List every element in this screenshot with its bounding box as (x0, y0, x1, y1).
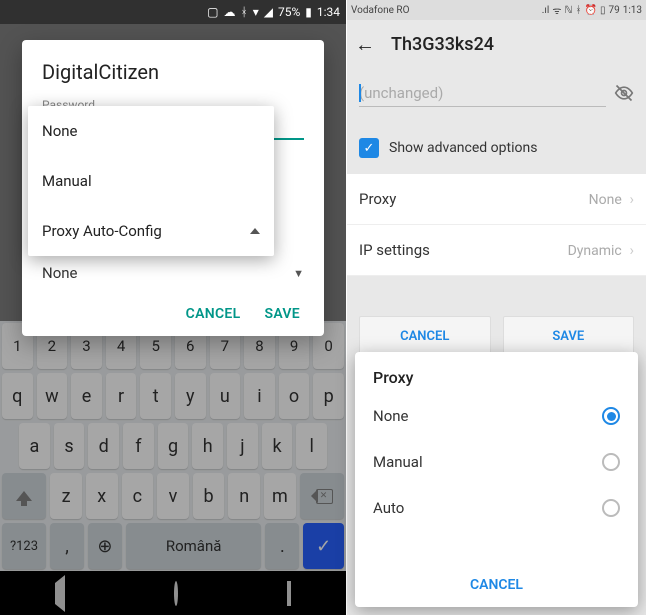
proxy-value: None (589, 192, 622, 208)
signal-icon: .ıl (542, 5, 550, 16)
battery-pct: 75% (278, 5, 300, 19)
sheet-title: Proxy (355, 352, 638, 393)
radio-selected-icon (602, 407, 620, 425)
back-button[interactable]: ← (355, 32, 375, 57)
proxy-label: Proxy (359, 190, 396, 208)
select-row[interactable]: None ▼ (42, 250, 304, 296)
cancel-button[interactable]: CANCEL (359, 316, 491, 357)
status-bar-right: Vodafone RO .ıl ᯤ ℕ ᚼ ⏰ ▯ 79 1:13 (347, 0, 646, 20)
option-label: Auto (373, 499, 404, 517)
chevron-up-icon (250, 228, 260, 234)
dialog-actions: CANCEL SAVE (42, 296, 304, 328)
cloud-icon: ☁ (224, 5, 236, 19)
proxy-dropdown: None Manual Proxy Auto-Config (28, 106, 274, 256)
dialog-title: DigitalCitizen (42, 60, 304, 84)
page-header: ← Th3G33ks24 (347, 20, 646, 69)
dropdown-label: Manual (42, 172, 92, 190)
dropdown-item-pac[interactable]: Proxy Auto-Config (28, 206, 274, 256)
status-time: 1:13 (623, 5, 642, 16)
save-button[interactable]: SAVE (264, 306, 300, 322)
battery-icon: ▯ (600, 5, 606, 16)
shift-icon (16, 491, 32, 501)
bluetooth-icon: ᚼ (575, 5, 581, 16)
page-title: Th3G33ks24 (391, 34, 494, 55)
dropdown-label: None (42, 122, 78, 140)
save-button[interactable]: SAVE (503, 316, 635, 357)
advanced-checkbox-row[interactable]: ✓ Show advanced options (347, 132, 646, 174)
phone-right: Vodafone RO .ıl ᯤ ℕ ᚼ ⏰ ▯ 79 1:13 ← Th3G… (346, 0, 646, 615)
password-row: (unchanged) (347, 73, 646, 118)
select-value: None (42, 264, 78, 282)
chevron-right-icon: › (626, 241, 634, 259)
dropdown-label: Proxy Auto-Config (42, 222, 162, 240)
radio-icon (602, 453, 620, 471)
visibility-off-icon[interactable] (614, 83, 634, 108)
wifi-icon: ᯤ (552, 3, 561, 17)
proxy-bottom-sheet: Proxy None Manual Auto CANCEL (355, 352, 638, 607)
password-input[interactable]: (unchanged) (359, 84, 606, 107)
phone-left: ▢ ☁ ᚼ ▾ ◢ 75% ▮ 1:34 DigitalCitizen Pass… (0, 0, 346, 615)
status-bar-left: ▢ ☁ ᚼ ▾ ◢ 75% ▮ 1:34 (0, 0, 346, 24)
battery-icon: ▮ (305, 5, 312, 19)
advanced-label: Show advanced options (389, 140, 537, 156)
checkbox-checked-icon: ✓ (359, 138, 379, 158)
sheet-cancel-button[interactable]: CANCEL (355, 565, 638, 603)
dropdown-item-none[interactable]: None (28, 106, 274, 156)
backspace-icon: ✕ (311, 489, 333, 504)
password-value: (unchanged) (359, 84, 443, 102)
option-label: Manual (373, 453, 423, 471)
ip-label: IP settings (359, 241, 430, 259)
sheet-option-auto[interactable]: Auto (355, 485, 638, 531)
nfc-icon: ℕ (564, 5, 572, 16)
cancel-button[interactable]: CANCEL (186, 306, 241, 322)
bluetooth-icon: ᚼ (241, 5, 248, 19)
pic-icon: ▢ (207, 5, 218, 19)
battery-pct: 79 (608, 5, 619, 16)
cell-icon: ◢ (264, 5, 273, 19)
text-cursor (359, 84, 361, 102)
dropdown-item-manual[interactable]: Manual (28, 156, 274, 206)
chevron-down-icon: ▼ (293, 267, 304, 280)
wifi-icon: ▾ (253, 5, 259, 19)
sheet-option-none[interactable]: None (355, 393, 638, 439)
sheet-option-manual[interactable]: Manual (355, 439, 638, 485)
chevron-right-icon: › (626, 190, 634, 208)
option-label: None (373, 407, 409, 425)
ip-value: Dynamic (568, 243, 622, 259)
status-time: 1:34 (317, 5, 340, 19)
carrier-label: Vodafone RO (351, 5, 409, 16)
proxy-setting-row[interactable]: Proxy None › (347, 174, 646, 225)
alarm-icon: ⏰ (584, 5, 596, 16)
ip-setting-row[interactable]: IP settings Dynamic › (347, 225, 646, 276)
radio-icon (602, 499, 620, 517)
